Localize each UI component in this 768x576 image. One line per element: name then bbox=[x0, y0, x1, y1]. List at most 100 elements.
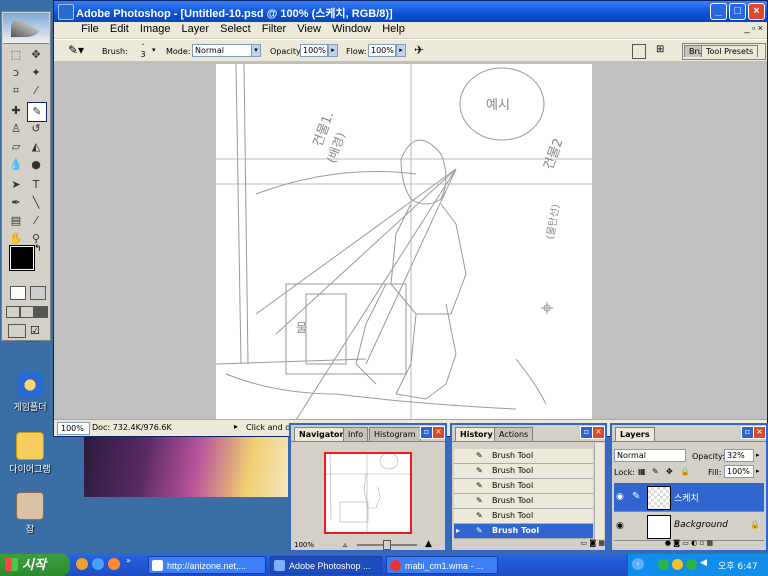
history-item[interactable]: ✎ Brush Tool bbox=[454, 479, 593, 494]
doc-window-controls[interactable]: _ ▫ × bbox=[745, 23, 763, 33]
layer-style-icon[interactable]: ● bbox=[665, 539, 671, 547]
history-item[interactable]: ✎ Brush Tool bbox=[454, 449, 593, 464]
magic-wand-icon[interactable]: ✦ bbox=[27, 64, 45, 82]
history-brush-icon[interactable]: ↺ bbox=[27, 120, 45, 138]
panel-close-button[interactable]: × bbox=[432, 426, 445, 439]
menu-image[interactable]: Image bbox=[136, 22, 175, 36]
notes-tool-icon[interactable]: ▤ bbox=[7, 212, 25, 230]
screen-mode-standard-icon[interactable] bbox=[6, 306, 20, 318]
healing-brush-icon[interactable]: ✚ bbox=[7, 102, 25, 120]
history-scrollbar[interactable] bbox=[594, 443, 604, 539]
new-document-icon[interactable]: ▭ bbox=[580, 539, 587, 547]
menu-filter[interactable]: Filter bbox=[258, 22, 290, 36]
opacity-arrow[interactable]: ▸ bbox=[328, 44, 338, 57]
navigator-preview[interactable] bbox=[294, 443, 442, 537]
move-tool-icon[interactable]: ✥ bbox=[27, 46, 45, 64]
paint-bucket-icon[interactable]: ◭ bbox=[27, 138, 45, 156]
palette-well-icon[interactable] bbox=[632, 44, 646, 59]
brush-tool-icon[interactable]: ✎▾ bbox=[68, 43, 86, 59]
canvas[interactable]: 예시 건물1. (배경) 건물2 (물탄선) 물 bbox=[216, 64, 592, 420]
document-icon[interactable] bbox=[54, 30, 74, 32]
eyedropper-icon[interactable]: ⁄ bbox=[27, 212, 45, 230]
clone-stamp-icon[interactable]: ♙ bbox=[7, 120, 25, 138]
foreground-color-swatch[interactable] bbox=[9, 245, 35, 271]
menu-edit[interactable]: Edit bbox=[106, 22, 133, 36]
taskbar-item-photoshop[interactable]: Adobe Photoshop ... bbox=[270, 556, 382, 574]
menu-help[interactable]: Help bbox=[378, 22, 409, 36]
pen-tool-icon[interactable]: ✒ bbox=[7, 194, 25, 212]
media-player-icon[interactable] bbox=[76, 558, 88, 570]
menu-file[interactable]: File bbox=[77, 22, 103, 36]
new-layer-icon[interactable]: ▫ bbox=[699, 539, 704, 547]
screen-mode-full-menu-icon[interactable] bbox=[20, 306, 34, 318]
crop-tool-icon[interactable]: ⌗ bbox=[7, 82, 25, 100]
brush-tool-selected-icon[interactable]: ✎ bbox=[27, 102, 47, 122]
maximize-button[interactable]: □ bbox=[729, 3, 746, 20]
tray-expand-icon[interactable]: ‹ bbox=[632, 558, 644, 570]
zoom-field[interactable]: 100% bbox=[57, 422, 90, 435]
vertical-scrollbar[interactable] bbox=[754, 61, 767, 436]
close-button[interactable]: × bbox=[748, 3, 765, 20]
airbrush-icon[interactable]: ✈ bbox=[414, 43, 424, 57]
desktop-icon-diagram[interactable]: 다이어그램 bbox=[0, 432, 62, 475]
layers-opacity-arrow[interactable]: ▸ bbox=[756, 451, 760, 459]
menu-view[interactable]: View bbox=[293, 22, 325, 36]
quick-mask-standard-icon[interactable] bbox=[10, 286, 26, 300]
jump-to-imageready-icon[interactable] bbox=[8, 324, 26, 338]
ie-icon[interactable] bbox=[92, 558, 104, 570]
type-tool-icon[interactable]: T bbox=[27, 176, 45, 194]
taskbar-item-browser[interactable]: http://anizone.net,... bbox=[148, 556, 266, 574]
lock-transparency-icon[interactable]: ▦ bbox=[638, 467, 646, 476]
fill-field[interactable]: 100% bbox=[724, 465, 754, 478]
volume-icon[interactable]: ◀ bbox=[700, 558, 707, 568]
title-bar[interactable]: Adobe Photoshop - [Untitled-10.psd @ 100… bbox=[54, 1, 767, 22]
more-icon[interactable]: » bbox=[126, 556, 131, 565]
history-item[interactable]: ✎ Brush Tool bbox=[454, 509, 593, 524]
status-arrow-icon[interactable]: ▸ bbox=[234, 422, 238, 431]
flow-field[interactable]: 100% bbox=[368, 44, 396, 57]
eye-icon[interactable]: ◉ bbox=[616, 492, 624, 502]
zoom-in-icon[interactable]: ▲ bbox=[425, 539, 432, 549]
blend-mode-select[interactable]: Normal bbox=[614, 449, 686, 462]
mask-icon[interactable]: ◙ bbox=[673, 539, 680, 547]
menu-window[interactable]: Window bbox=[328, 22, 375, 36]
new-set-icon[interactable]: ▭ bbox=[682, 539, 689, 547]
tab-histogram[interactable]: Histogram bbox=[369, 427, 421, 441]
lock-all-icon[interactable]: 🔒 bbox=[680, 467, 690, 476]
taskbar-item-media[interactable]: mabi_cm1.wma - ... bbox=[386, 556, 498, 574]
slice-tool-icon[interactable]: ⁄ bbox=[27, 82, 45, 100]
screen-mode-full-icon[interactable] bbox=[34, 306, 48, 318]
opacity-field[interactable]: 100% bbox=[300, 44, 328, 57]
path-selection-icon[interactable]: ➤ bbox=[7, 176, 25, 194]
check-icon[interactable]: ☑ bbox=[30, 324, 40, 337]
minimize-button[interactable]: _ bbox=[710, 3, 727, 20]
file-browser-icon[interactable]: ⊞ bbox=[656, 44, 668, 57]
adjustment-icon[interactable]: ◐ bbox=[691, 539, 697, 547]
dodge-tool-icon[interactable]: ● bbox=[27, 156, 45, 174]
mode-select[interactable]: Normal bbox=[192, 44, 252, 57]
navigator-zoom-field[interactable]: 100% bbox=[294, 541, 322, 550]
lock-position-icon[interactable]: ✥ bbox=[666, 467, 673, 476]
tab-navigator[interactable]: Navigator bbox=[294, 427, 349, 441]
history-item[interactable]: ✎ Brush Tool bbox=[454, 464, 593, 479]
marquee-tool-icon[interactable]: ⬚ bbox=[7, 46, 25, 64]
tab-tool-presets[interactable]: Tool Presets bbox=[701, 45, 759, 57]
quick-mask-icon[interactable] bbox=[30, 286, 46, 300]
media-icon[interactable] bbox=[108, 558, 120, 570]
flow-arrow[interactable]: ▸ bbox=[396, 44, 406, 57]
start-button[interactable]: 시작 bbox=[0, 554, 70, 576]
eye-icon[interactable]: ◉ bbox=[616, 521, 624, 531]
history-item-selected[interactable]: ▸ ✎ Brush Tool bbox=[454, 524, 593, 539]
eraser-tool-icon[interactable]: ▱ bbox=[7, 138, 25, 156]
layer-row-selected[interactable]: ◉ ✎ 스케치 bbox=[614, 483, 764, 512]
layers-opacity-field[interactable]: 32% bbox=[724, 449, 754, 462]
snapshot-icon[interactable]: ◙ bbox=[589, 539, 596, 547]
tab-info[interactable]: Info bbox=[343, 427, 369, 441]
toolbox-header[interactable] bbox=[3, 13, 49, 44]
brush-picker[interactable]: · 3 bbox=[132, 41, 154, 60]
panel-close-button[interactable]: × bbox=[753, 426, 766, 439]
zoom-slider[interactable] bbox=[357, 540, 417, 550]
blur-tool-icon[interactable]: 💧 bbox=[7, 156, 25, 174]
lasso-tool-icon[interactable]: ↄ bbox=[7, 64, 25, 82]
layer-row[interactable]: ◉ Background 🔒 bbox=[614, 512, 764, 541]
